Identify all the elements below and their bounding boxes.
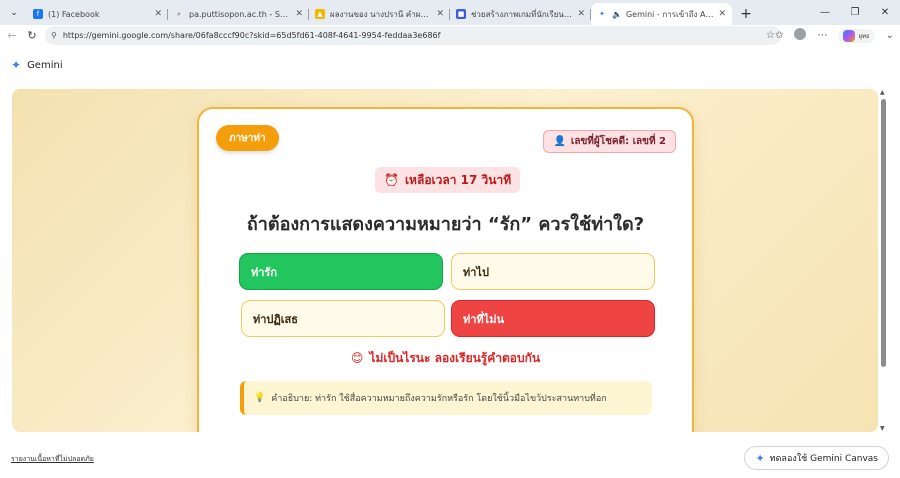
canvas-frame: ภาษาท่า 👤 เลขที่ผู้โชคดี: เลขที่ 2 ⏰ เหล… xyxy=(12,89,878,432)
close-window-icon[interactable]: ✕ xyxy=(870,0,900,25)
close-icon[interactable]: ✕ xyxy=(295,9,303,19)
profile-avatar[interactable] xyxy=(794,28,807,43)
report-unsafe-link[interactable]: รายงานเนื้อหาที่ไม่ปลอดภัย xyxy=(11,454,94,465)
speaker-icon[interactable]: 🔈 xyxy=(612,10,622,19)
tab-app[interactable]: ■ ช่วยสร้างภาพเกมที่นักเรียนชั้นเรียน ✕ xyxy=(450,3,591,25)
lightbulb-icon: 💡 xyxy=(254,393,266,403)
explanation-box: 💡 คำอธิบาย: ท่ารัก ใช้สื่อความหมายถึงควา… xyxy=(240,381,652,415)
restore-icon[interactable]: ❐ xyxy=(840,0,870,25)
address-bar[interactable]: ⚲ https://gemini.google.com/share/06fa8c… xyxy=(45,26,781,45)
close-icon[interactable]: ✕ xyxy=(577,9,585,19)
smile-icon: 😊 xyxy=(350,351,364,365)
tab-facebook[interactable]: f (1) Facebook ✕ xyxy=(27,3,168,25)
scrollbar[interactable]: ▲ ▼ xyxy=(879,89,888,432)
player-badge-label: เลขที่ผู้โชคดี: เลขที่ 2 xyxy=(570,136,666,147)
minimize-icon[interactable]: — xyxy=(810,0,840,25)
option-1-button[interactable]: ท่ารัก xyxy=(239,253,443,290)
tab-drive[interactable]: ▲ ผลงานของ นางปรานี คำผล - โรงเรียนพุทธิ… xyxy=(309,3,450,25)
timer-badge: ⏰ เหลือเวลา 17 วินาที xyxy=(375,167,521,193)
gemini-spark-icon: ✦ xyxy=(11,58,22,72)
tab-strip: ⌄ f (1) Facebook ✕ ⌕ pa.puttisopon.ac.th… xyxy=(0,0,900,25)
tab-search-button[interactable]: ⌄ xyxy=(5,4,23,22)
drive-icon: ▲ xyxy=(315,9,325,19)
app-name: Gemini xyxy=(27,59,63,71)
more-menu-icon[interactable]: ⋯ xyxy=(817,30,827,41)
site-info-icon[interactable]: ⚲ xyxy=(51,31,57,40)
page-footer: รายงานเนื้อหาที่ไม่ปลอดภัย ✦ ทดลองใช้ Ge… xyxy=(0,443,900,478)
tab-gemini[interactable]: ✦ 🔈 Gemini - การเข้าถึง AI ของ Google ✕ xyxy=(591,3,732,25)
question-text: ถ้าต้องการแสดงความหมายว่า “รัก” ควรใช้ท่… xyxy=(246,214,645,235)
favorites-icon[interactable]: ✩ xyxy=(775,30,783,41)
close-icon[interactable]: ✕ xyxy=(436,9,444,19)
alarm-clock-icon: ⏰ xyxy=(384,173,399,187)
browser-toolbar: ← ↻ ⚲ https://gemini.google.com/share/06… xyxy=(0,25,900,46)
window-controls: — ❐ ✕ xyxy=(810,0,900,25)
option-3-button[interactable]: ท่าปฏิเสธ xyxy=(241,300,445,337)
player-badge: 👤 เลขที่ผู้โชคดี: เลขที่ 2 xyxy=(543,130,676,153)
copilot-icon xyxy=(843,29,856,42)
gemini-header: ✦ Gemini xyxy=(0,46,900,84)
reload-icon[interactable]: ↻ xyxy=(22,29,42,42)
facebook-icon: f xyxy=(33,9,43,19)
app-icon: ■ xyxy=(456,9,466,19)
quiz-card: ภาษาท่า 👤 เลขที่ผู้โชคดี: เลขที่ 2 ⏰ เหล… xyxy=(197,107,694,432)
language-button[interactable]: ภาษาท่า xyxy=(216,125,279,151)
gemini-icon: ✦ xyxy=(599,10,605,18)
explanation-text: คำอธิบาย: ท่ารัก ใช้สื่อความหมายถึงความร… xyxy=(271,394,607,404)
scroll-down-icon[interactable]: ▼ xyxy=(880,425,885,432)
new-tab-button[interactable]: + xyxy=(736,4,756,24)
user-icon: 👤 xyxy=(553,136,566,147)
option-2-button[interactable]: ท่าไป xyxy=(451,253,655,290)
close-icon[interactable]: ✕ xyxy=(154,9,162,19)
tab-search[interactable]: ⌕ pa.puttisopon.ac.th - Search ✕ xyxy=(168,3,309,25)
close-icon[interactable]: ✕ xyxy=(718,9,726,19)
plus-icon: + xyxy=(740,6,752,22)
search-icon: ⌕ xyxy=(174,9,184,19)
chevron-down-icon[interactable]: ⌄ xyxy=(886,30,894,41)
try-canvas-button[interactable]: ✦ ทดลองใช้ Gemini Canvas xyxy=(744,446,889,470)
copilot-button[interactable]: ยุทธ xyxy=(838,28,875,43)
scroll-up-icon[interactable]: ▲ xyxy=(880,89,885,96)
scrollbar-thumb[interactable] xyxy=(881,99,886,367)
back-arrow-icon[interactable]: ← xyxy=(2,29,22,42)
feedback-message: 😊 ไม่เป็นไรนะ ลองเรียนรู้คำตอบกัน xyxy=(350,351,541,365)
timer-label: เหลือเวลา 17 วินาที xyxy=(404,172,512,187)
chevron-down-icon: ⌄ xyxy=(10,8,18,18)
option-4-button[interactable]: ท่าที่ไม่น xyxy=(451,300,655,337)
gemini-spark-icon: ✦ xyxy=(755,451,765,465)
